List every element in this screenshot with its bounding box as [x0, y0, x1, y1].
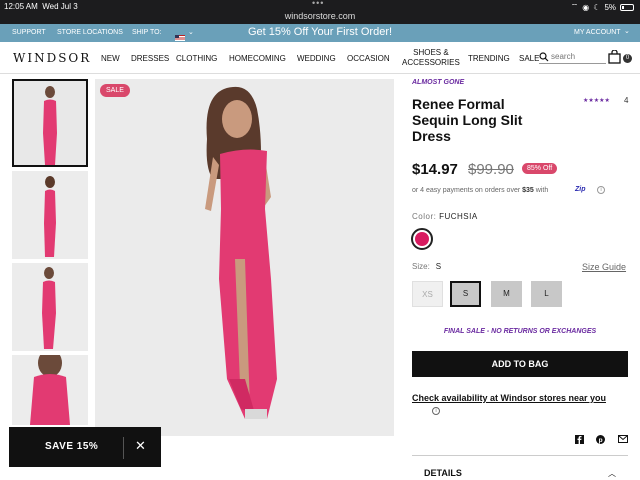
more-dots-icon[interactable]: •••: [312, 0, 324, 8]
check-availability-link[interactable]: Check availability at Windsor stores nea…: [412, 392, 612, 405]
svg-text:p: p: [599, 437, 603, 444]
battery-percent: 5%: [604, 2, 616, 12]
info-icon[interactable]: i: [597, 186, 605, 194]
promo-bar: SUPPORT STORE LOCATIONS SHIP TO: ⌄ Get 1…: [0, 24, 640, 42]
nav-shoes-accessories[interactable]: SHOES & ACCESSORIES: [402, 48, 460, 68]
bag-count-badge: 0: [623, 54, 632, 63]
size-option-l[interactable]: L: [531, 281, 562, 307]
promo-message[interactable]: Get 15% Off Your First Order!: [0, 26, 640, 38]
nav-wedding[interactable]: WEDDING: [297, 54, 336, 63]
info-icon[interactable]: i: [432, 407, 440, 415]
product-title: Renee Formal Sequin Long Slit Dress: [412, 96, 523, 144]
product-thumbnail-1[interactable]: [12, 79, 88, 167]
nav-trending[interactable]: TRENDING: [468, 54, 510, 63]
nav-occasion[interactable]: OCCASION: [347, 54, 390, 63]
sale-badge: SALE: [100, 84, 130, 97]
final-sale-notice: FINAL SALE - NO RETURNS OR EXCHANGES: [443, 328, 597, 335]
add-to-bag-button[interactable]: ADD TO BAG: [412, 351, 628, 377]
dress-photo: [12, 171, 88, 259]
details-accordion[interactable]: DETAILS: [424, 468, 462, 478]
size-guide-link[interactable]: Size Guide: [582, 262, 626, 272]
chevron-up-icon[interactable]: ︿: [608, 468, 616, 479]
nav-new[interactable]: NEW: [101, 54, 120, 63]
moon-icon: ☾: [593, 2, 601, 12]
nav-sale[interactable]: SALE: [519, 54, 539, 63]
product-thumbnail-4[interactable]: [12, 355, 88, 425]
discount-badge: 85% Off: [522, 163, 558, 174]
nav-clothing[interactable]: CLOTHING: [176, 54, 217, 63]
close-icon[interactable]: ✕: [135, 438, 146, 454]
review-count[interactable]: 4: [624, 96, 628, 105]
dress-photo: [95, 79, 394, 436]
color-label: Color: FUCHSIA: [412, 212, 478, 221]
chevron-down-icon[interactable]: ⌄: [624, 27, 630, 35]
dress-photo: [12, 263, 88, 351]
search-input[interactable]: [551, 52, 611, 61]
shopping-bag-icon[interactable]: [608, 50, 621, 64]
divider: [412, 455, 628, 456]
original-price: $99.90: [468, 161, 514, 178]
search-icon[interactable]: [539, 52, 549, 62]
my-account-link[interactable]: MY ACCOUNT: [574, 29, 621, 36]
size-label: Size: S: [412, 262, 442, 271]
sale-price: $14.97: [412, 161, 458, 178]
rating-stars[interactable]: ★★★★★: [583, 97, 610, 104]
color-swatch-fuchsia[interactable]: [411, 228, 433, 250]
status-time: 12:05 AM Wed Jul 3: [4, 2, 78, 11]
dress-photo: [14, 81, 86, 165]
nav-homecoming[interactable]: HOMECOMING: [229, 54, 286, 63]
save-15-popup[interactable]: SAVE 15% ✕: [9, 427, 161, 467]
status-icons: ⌔ ◉ ☾ 5%: [571, 2, 634, 12]
size-option-m[interactable]: M: [491, 281, 522, 307]
installments-text: or 4 easy payments on orders over $35 wi…: [412, 187, 549, 194]
main-nav: WINDSOR NEW DRESSES CLOTHING HOMECOMING …: [0, 42, 640, 74]
nav-dresses[interactable]: DRESSES: [131, 54, 169, 63]
email-icon[interactable]: [618, 435, 628, 445]
size-option-s[interactable]: S: [450, 281, 481, 307]
size-option-xs[interactable]: XS: [412, 281, 443, 307]
product-thumbnail-2[interactable]: [12, 171, 88, 259]
wifi-icon: ⌔: [570, 2, 579, 11]
zip-logo: Zip: [575, 186, 586, 193]
dress-photo: [12, 355, 88, 425]
almost-gone-label: ALMOST GONE: [412, 79, 465, 86]
divider: [123, 437, 124, 459]
main-product-image[interactable]: [95, 79, 394, 436]
url-bar[interactable]: windsorstore.com: [0, 11, 640, 21]
facebook-icon[interactable]: [575, 435, 584, 446]
windsor-logo[interactable]: WINDSOR: [13, 51, 91, 65]
pinterest-icon[interactable]: p: [596, 435, 605, 446]
save-15-label[interactable]: SAVE 15%: [45, 441, 98, 452]
product-thumbnail-3[interactable]: [12, 263, 88, 351]
battery-icon: [620, 3, 634, 11]
status-bar: 12:05 AM Wed Jul 3 ••• windsorstore.com …: [0, 0, 640, 24]
search-field[interactable]: [539, 52, 611, 64]
lock-rotation-icon: ◉: [582, 2, 590, 12]
